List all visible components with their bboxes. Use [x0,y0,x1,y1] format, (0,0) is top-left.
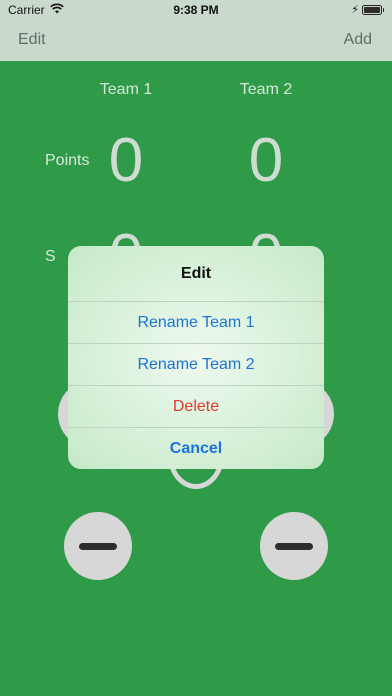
rename-team2-button[interactable]: Rename Team 2 [68,344,324,386]
alert-title: Edit [68,246,324,302]
cancel-button[interactable]: Cancel [68,428,324,469]
rename-team1-button[interactable]: Rename Team 1 [68,302,324,344]
delete-button[interactable]: Delete [68,386,324,428]
edit-action-sheet: Edit Rename Team 1 Rename Team 2 Delete … [68,246,324,469]
